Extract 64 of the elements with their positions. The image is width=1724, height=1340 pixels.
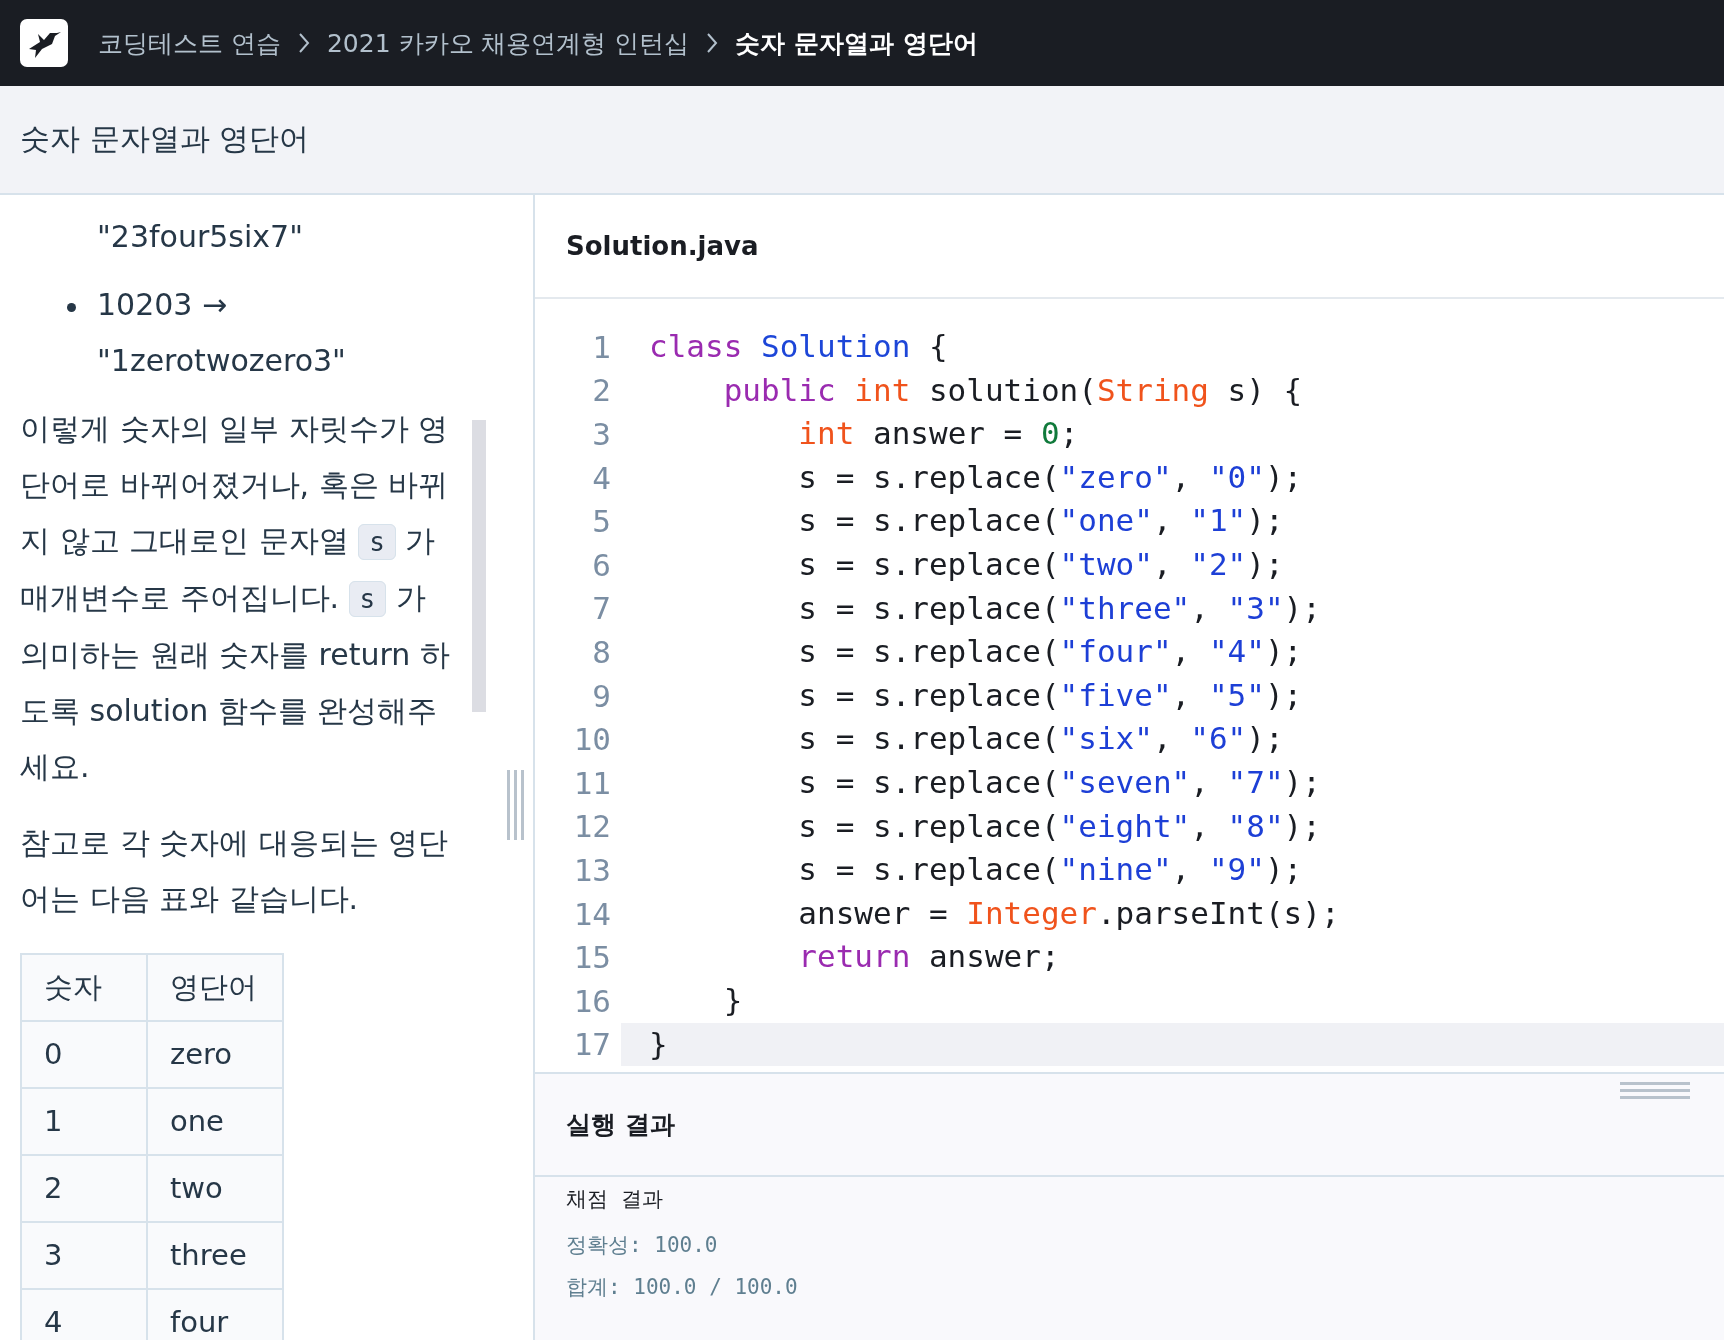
line-number: 11 xyxy=(572,764,611,801)
example-text: "23four5six7" xyxy=(97,218,304,256)
table-cell: 3 xyxy=(21,1222,147,1289)
current-page-title: 숫자 문자열과 영단어 xyxy=(735,27,978,60)
resize-handle-icon[interactable] xyxy=(1620,1082,1690,1100)
code-line: int answer = 0; xyxy=(797,414,1080,454)
logo-icon[interactable] xyxy=(20,19,68,67)
chevron-right-icon xyxy=(705,32,720,54)
line-number: 8 xyxy=(591,633,611,670)
breadcrumb-link[interactable]: 2021 카카오 채용연계형 인턴십 xyxy=(326,26,690,60)
code-line: s = s.replace("four", "4"); xyxy=(797,632,1304,672)
table-cell: three xyxy=(147,1222,283,1289)
code-line: s = s.replace("three", "3"); xyxy=(797,588,1322,628)
code-line: public int solution(String s) { xyxy=(722,370,1304,410)
code-line: s = s.replace("six", "6"); xyxy=(797,719,1285,759)
resize-handle-icon[interactable] xyxy=(506,770,526,840)
line-number: 16 xyxy=(572,982,611,1019)
code-line: class Solution { xyxy=(648,327,949,366)
line-number: 10 xyxy=(572,721,611,758)
description-paragraph: 이렇게 숫자의 일부 자릿수가 영단어로 바뀌어졌거나, 혹은 바뀌지 않고 그대로인 문자열 s 가 매개변수로 주어집니다. s 가 의미하는 원래 숫자를 return 하도록 solution 함수를 완성해주세요. xyxy=(20,410,450,786)
table-cell: four xyxy=(147,1289,283,1340)
table-header-cell: 영단어 xyxy=(147,954,283,1021)
line-number: 5 xyxy=(591,503,611,540)
table-header-cell: 숫자 xyxy=(21,954,147,1021)
line-number: 6 xyxy=(591,546,611,583)
line-number: 14 xyxy=(572,895,611,932)
table-cell: 2 xyxy=(21,1155,147,1222)
table-cell: 0 xyxy=(21,1021,147,1088)
line-number: 15 xyxy=(572,939,611,976)
code-line: answer = Integer.parseInt(s); xyxy=(797,893,1341,933)
line-number: 13 xyxy=(572,851,611,888)
line-number: 1 xyxy=(591,328,611,365)
line-number: 4 xyxy=(591,459,611,496)
description-paragraph: 참고로 각 숫자에 대응되는 영단어는 다음 표와 같습니다. xyxy=(20,824,450,918)
scrollbar-thumb[interactable] xyxy=(472,420,486,712)
line-number: 3 xyxy=(591,416,611,452)
table-cell: zero xyxy=(147,1021,283,1088)
code-line: s = s.replace("eight", "8"); xyxy=(797,806,1322,846)
table-cell: one xyxy=(147,1088,283,1155)
score-text: 정확성: 100.0 xyxy=(566,1232,719,1259)
line-number: 17 xyxy=(572,1026,611,1063)
result-title: 실행 결과 xyxy=(566,1109,675,1141)
result-heading: 채점 결과 xyxy=(566,1186,665,1213)
breadcrumb-link[interactable]: 코딩테스트 연습 xyxy=(98,26,281,60)
line-number: 9 xyxy=(591,677,611,714)
code-line: s = s.replace("two", "2"); xyxy=(797,544,1285,584)
line-number: 2 xyxy=(591,372,611,409)
chevron-right-icon xyxy=(296,32,311,54)
code-line: s = s.replace("zero", "0"); xyxy=(797,457,1304,497)
line-number: 12 xyxy=(572,808,611,845)
line-number: 7 xyxy=(591,590,611,627)
table-cell: 1 xyxy=(21,1088,147,1155)
code-line: s = s.replace("one", "1"); xyxy=(797,501,1285,541)
code-line: s = s.replace("nine", "9"); xyxy=(797,850,1304,890)
code-line: s = s.replace("seven", "7"); xyxy=(797,762,1322,802)
code-line: } xyxy=(722,980,744,1020)
table-cell: two xyxy=(147,1155,283,1222)
example-text: 10203 → "1zerotwozero3" xyxy=(97,286,347,380)
code-line: s = s.replace("five", "5"); xyxy=(797,675,1304,715)
problem-title: 숫자 문자열과 영단어 xyxy=(20,120,310,158)
score-text: 합계: 100.0 / 100.0 xyxy=(566,1274,799,1301)
code-line: return answer; xyxy=(797,937,1061,977)
file-tab[interactable]: Solution.java xyxy=(566,231,759,261)
table-cell: 4 xyxy=(21,1289,147,1340)
